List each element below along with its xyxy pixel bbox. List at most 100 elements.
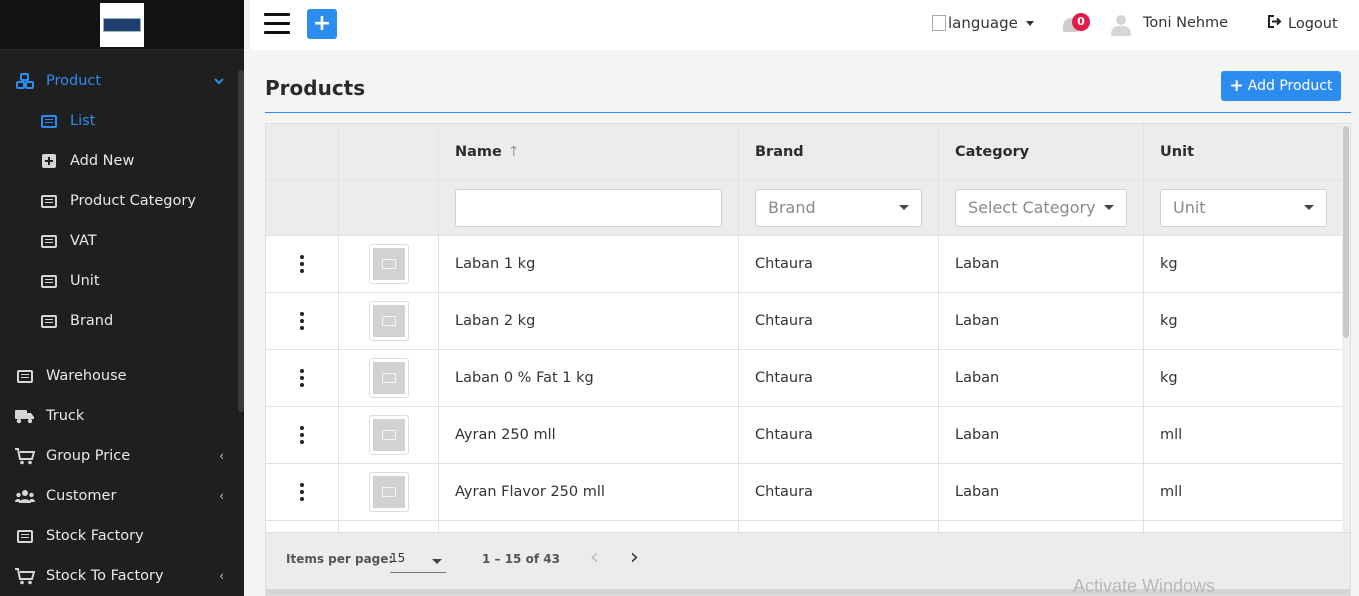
cell-brand: Chtaura: [739, 407, 939, 463]
row-image-cell: [339, 464, 439, 520]
product-thumbnail[interactable]: [368, 415, 409, 455]
cell-unit: kg: [1160, 313, 1178, 329]
products-table: Name ↑ Brand Category Unit Brand Select …: [265, 123, 1351, 596]
company-logo[interactable]: [100, 2, 144, 47]
image-placeholder-icon: [381, 487, 396, 497]
image-placeholder-icon: [381, 373, 396, 383]
more-vertical-icon[interactable]: [300, 369, 304, 387]
caret-down-icon: [1304, 205, 1314, 210]
more-vertical-icon[interactable]: [300, 483, 304, 501]
row-actions-cell: [266, 236, 339, 292]
header-category[interactable]: Category: [939, 124, 1144, 179]
cubes-icon: [14, 72, 36, 90]
unit-filter-select[interactable]: Unit: [1160, 188, 1327, 227]
sidebar-item-group-price[interactable]: Group Price ‹: [0, 441, 238, 471]
table-row[interactable]: Laban 0 % Fat 1 kg Chtaura Laban kg: [266, 350, 1344, 407]
sidebar-item-list[interactable]: List: [0, 106, 238, 136]
table-row[interactable]: Laban 2 kg Chtaura Laban kg: [266, 293, 1344, 350]
sidebar-item-product[interactable]: Product: [0, 66, 238, 96]
header-name[interactable]: Name ↑: [439, 124, 739, 179]
header-brand[interactable]: Brand: [739, 124, 939, 179]
sidebar-item-label: Product: [46, 73, 102, 89]
more-vertical-icon[interactable]: [300, 312, 304, 330]
quick-add-button[interactable]: +: [307, 9, 337, 39]
avatar[interactable]: [1110, 14, 1132, 36]
sidebar-item-label: VAT: [70, 233, 97, 249]
sidebar-item-label: Brand: [70, 313, 114, 329]
sidebar-item-label: Warehouse: [46, 368, 127, 384]
more-vertical-icon[interactable]: [300, 426, 304, 444]
image-placeholder-icon: [381, 316, 396, 326]
sidebar-item-brand[interactable]: Brand: [0, 306, 238, 336]
cell-brand: Chtaura: [739, 350, 939, 406]
row-actions-cell: [266, 350, 339, 406]
row-image-cell: [339, 236, 439, 292]
sidebar-item-unit[interactable]: Unit: [0, 266, 238, 296]
user-name[interactable]: Toni Nehme: [1143, 15, 1228, 31]
sidebar-item-add-new[interactable]: Add New: [0, 146, 238, 176]
sidebar-item-warehouse[interactable]: Warehouse: [0, 361, 238, 391]
sidebar-item-stock-factory[interactable]: Stock Factory: [0, 521, 238, 551]
product-thumbnail[interactable]: [368, 358, 409, 398]
table-vertical-scrollbar[interactable]: [1342, 124, 1350, 534]
sidebar-scrollbar[interactable]: [238, 70, 244, 412]
chevron-left-icon: ‹: [219, 449, 224, 463]
sidebar-item-truck[interactable]: Truck: [0, 401, 238, 431]
caret-down-icon: [432, 559, 442, 564]
cell-unit: mll: [1160, 484, 1183, 500]
menu-toggle-icon[interactable]: [264, 13, 290, 35]
sidebar-item-vat[interactable]: VAT: [0, 226, 238, 256]
logout-button[interactable]: Logout: [1268, 15, 1338, 32]
table-row[interactable]: Laban 1 kg Chtaura Laban kg: [266, 236, 1344, 293]
previous-page-button[interactable]: ‹: [590, 547, 599, 569]
next-page-button[interactable]: ›: [630, 547, 639, 569]
image-placeholder-icon: [381, 430, 396, 440]
list-icon: [38, 312, 60, 330]
name-filter-input[interactable]: [455, 188, 722, 227]
chevron-left-icon: ‹: [219, 569, 224, 583]
cart-icon: [14, 447, 36, 465]
list-icon: [14, 367, 36, 385]
caret-down-icon: [1104, 205, 1114, 210]
filter-brand-cell: Brand: [739, 180, 939, 235]
sidebar-item-label: Product Category: [70, 193, 196, 209]
sidebar-item-customer[interactable]: Customer ‹: [0, 481, 238, 511]
table-row[interactable]: Ayran Flavor 250 mll Chtaura Laban mll: [266, 464, 1344, 521]
language-dropdown[interactable]: language: [932, 14, 1034, 32]
product-thumbnail[interactable]: [368, 244, 409, 284]
category-filter-select[interactable]: Select Category: [955, 188, 1127, 227]
sidebar-item-label: Stock Factory: [46, 528, 144, 544]
cell-category: Laban: [939, 464, 1144, 520]
sidebar-item-product-category[interactable]: Product Category: [0, 186, 238, 216]
plus-square-icon: [38, 152, 60, 170]
product-thumbnail[interactable]: [368, 472, 409, 512]
items-per-page-select[interactable]: 15: [390, 551, 446, 573]
list-icon: [38, 232, 60, 250]
row-image-cell: [339, 407, 439, 463]
cell-name: Ayran Flavor 250 mll: [439, 464, 739, 520]
table-row[interactable]: Ayran 250 mll Chtaura Laban mll: [266, 407, 1344, 464]
sidebar-item-label: Group Price: [46, 448, 131, 464]
header-unit[interactable]: Unit: [1144, 124, 1344, 179]
filter-empty-1: [266, 180, 339, 235]
image-placeholder-icon: [381, 259, 396, 269]
more-vertical-icon[interactable]: [300, 255, 304, 273]
brand-filter-select[interactable]: Brand: [755, 188, 922, 227]
table-header-row: Name ↑ Brand Category Unit: [266, 124, 1344, 180]
cell-category: Laban: [939, 293, 1144, 349]
sidebar-item-stock-to-factory[interactable]: Stock To Factory ‹: [0, 561, 238, 591]
truck-icon: [14, 407, 36, 425]
scrollbar-thumb[interactable]: [1343, 126, 1349, 338]
add-product-button[interactable]: + Add Product: [1221, 71, 1341, 101]
logo-area: [0, 0, 244, 50]
cell-brand: Chtaura: [739, 464, 939, 520]
chevron-down-icon: [214, 74, 224, 88]
cell-unit: kg: [1160, 370, 1178, 386]
cell-unit: mll: [1160, 427, 1183, 443]
sidebar-item-label: List: [70, 113, 96, 129]
list-icon: [38, 112, 60, 130]
chevron-left-icon: ‹: [219, 489, 224, 503]
sidebar-item-label: Add New: [70, 153, 135, 169]
row-actions-cell: [266, 293, 339, 349]
product-thumbnail[interactable]: [368, 301, 409, 341]
